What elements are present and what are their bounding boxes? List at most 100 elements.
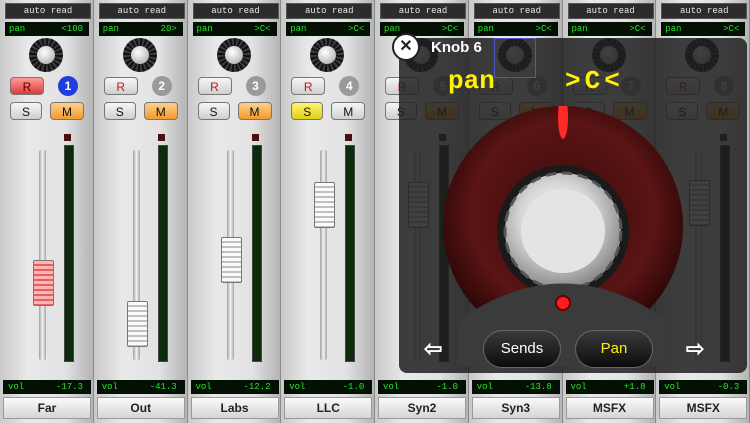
clip-indicator bbox=[345, 134, 353, 141]
volume-value: +1.8 bbox=[623, 382, 646, 392]
pan-value: >C< bbox=[348, 24, 365, 34]
mute-button[interactable]: M bbox=[143, 102, 178, 120]
channel-number-badge[interactable]: 3 bbox=[245, 76, 266, 96]
volume-label: vol bbox=[383, 382, 400, 392]
pan-knob[interactable] bbox=[122, 38, 157, 72]
automation-mode-button[interactable]: auto read bbox=[380, 3, 466, 19]
popup-pan-label: pan bbox=[448, 66, 495, 96]
clip-indicator bbox=[251, 134, 259, 141]
pan-label: pan bbox=[665, 24, 682, 34]
sends-button[interactable]: Sends bbox=[483, 330, 561, 368]
clip-indicator bbox=[64, 134, 71, 141]
volume-label: vol bbox=[101, 382, 118, 392]
volume-readout: vol -0.3 bbox=[659, 380, 748, 394]
mute-button[interactable]: M bbox=[237, 102, 272, 120]
volume-readout: vol -1.0 bbox=[284, 380, 373, 394]
pan-readout: pan >C< bbox=[286, 22, 371, 36]
mute-button[interactable]: M bbox=[331, 102, 366, 120]
channel-strip-3: auto read pan >C< R 3 S M vol -12.2 Labs bbox=[187, 0, 282, 423]
solo-button[interactable]: S bbox=[103, 102, 136, 120]
channel-name[interactable]: Syn3 bbox=[471, 397, 560, 419]
pan-value: 20> bbox=[160, 24, 177, 34]
channel-number-badge[interactable]: 2 bbox=[151, 76, 172, 96]
volume-readout: vol -12.2 bbox=[190, 380, 279, 394]
automation-mode-button[interactable]: auto read bbox=[192, 3, 279, 19]
channel-name[interactable]: MSFX bbox=[659, 397, 748, 419]
channel-name[interactable]: Far bbox=[3, 397, 91, 419]
pan-value: >C< bbox=[441, 24, 458, 34]
pan-readout: pan >C< bbox=[473, 22, 558, 36]
volume-value: -12.2 bbox=[243, 382, 271, 392]
pan-readout: pan 20> bbox=[98, 22, 183, 36]
channel-number-badge[interactable]: 1 bbox=[58, 76, 78, 96]
volume-value: -1.0 bbox=[342, 382, 365, 392]
popup-pan-value: >C< bbox=[565, 66, 624, 96]
pan-value: >C< bbox=[535, 24, 552, 34]
volume-readout: vol -1.0 bbox=[378, 380, 466, 394]
pan-readout: pan >C< bbox=[567, 22, 652, 36]
pan-readout: pan <100 bbox=[5, 22, 89, 36]
volume-fader[interactable] bbox=[33, 260, 54, 306]
popup-title: Knob 6 bbox=[431, 39, 482, 56]
volume-value: -13.8 bbox=[524, 382, 552, 392]
automation-mode-button[interactable]: auto read bbox=[567, 3, 654, 19]
mute-button[interactable]: M bbox=[50, 102, 84, 120]
volume-readout: vol -13.8 bbox=[471, 380, 560, 394]
channel-number-badge[interactable]: 4 bbox=[339, 76, 360, 96]
pan-readout: pan >C< bbox=[661, 22, 746, 36]
channel-name[interactable]: MSFX bbox=[565, 397, 654, 419]
volume-label: vol bbox=[8, 382, 25, 392]
automation-mode-button[interactable]: auto read bbox=[286, 3, 373, 19]
volume-label: vol bbox=[664, 382, 681, 392]
volume-fader[interactable] bbox=[220, 237, 242, 283]
pan-knob[interactable] bbox=[310, 38, 345, 72]
solo-button[interactable]: S bbox=[10, 102, 42, 120]
volume-value: -41.3 bbox=[149, 382, 177, 392]
next-arrow-icon[interactable]: ⇨ bbox=[686, 336, 704, 362]
pan-knob[interactable] bbox=[29, 38, 63, 72]
automation-mode-button[interactable]: auto read bbox=[473, 3, 560, 19]
pan-label: pan bbox=[9, 24, 26, 34]
pan-mode-button[interactable]: Pan bbox=[575, 330, 653, 368]
pan-value: >C< bbox=[254, 24, 271, 34]
close-icon[interactable]: ✕ bbox=[392, 33, 420, 61]
level-meter bbox=[251, 145, 262, 362]
pan-value: >C< bbox=[723, 24, 740, 34]
volume-value: -0.3 bbox=[717, 382, 740, 392]
solo-button[interactable]: S bbox=[197, 102, 230, 120]
volume-label: vol bbox=[195, 382, 212, 392]
record-button[interactable]: R bbox=[291, 77, 326, 95]
level-meter bbox=[157, 145, 168, 362]
pan-readout: pan >C< bbox=[192, 22, 277, 36]
volume-fader[interactable] bbox=[126, 301, 148, 347]
level-meter bbox=[64, 145, 74, 362]
knob-center bbox=[521, 189, 605, 273]
pan-knob[interactable] bbox=[216, 38, 251, 72]
volume-readout: vol -41.3 bbox=[96, 380, 185, 394]
center-led bbox=[555, 295, 571, 311]
channel-name[interactable]: Labs bbox=[190, 397, 279, 419]
volume-value: -17.3 bbox=[55, 382, 83, 392]
solo-button[interactable]: S bbox=[291, 102, 324, 120]
pan-label: pan bbox=[384, 24, 401, 34]
volume-label: vol bbox=[570, 382, 587, 392]
volume-label: vol bbox=[476, 382, 493, 392]
volume-fader[interactable] bbox=[314, 182, 336, 228]
clip-indicator bbox=[157, 134, 165, 141]
prev-arrow-icon[interactable]: ⇦ bbox=[424, 336, 442, 362]
volume-readout: vol +1.8 bbox=[565, 380, 654, 394]
automation-mode-button[interactable]: auto read bbox=[661, 3, 748, 19]
record-button[interactable]: R bbox=[103, 77, 138, 95]
automation-mode-button[interactable]: auto read bbox=[98, 3, 185, 19]
record-button[interactable]: R bbox=[10, 77, 44, 95]
pan-label: pan bbox=[102, 24, 119, 34]
record-button[interactable]: R bbox=[197, 77, 232, 95]
channel-name[interactable]: Syn2 bbox=[378, 397, 466, 419]
volume-label: vol bbox=[289, 382, 306, 392]
channel-name[interactable]: LLC bbox=[284, 397, 373, 419]
volume-value: -1.0 bbox=[436, 382, 458, 392]
automation-mode-button[interactable]: auto read bbox=[5, 3, 91, 19]
large-pan-knob[interactable] bbox=[438, 106, 688, 366]
channel-name[interactable]: Out bbox=[96, 397, 185, 419]
channel-strip-1: auto read pan <100 R 1 S M vol -17.3 Far bbox=[0, 0, 94, 423]
